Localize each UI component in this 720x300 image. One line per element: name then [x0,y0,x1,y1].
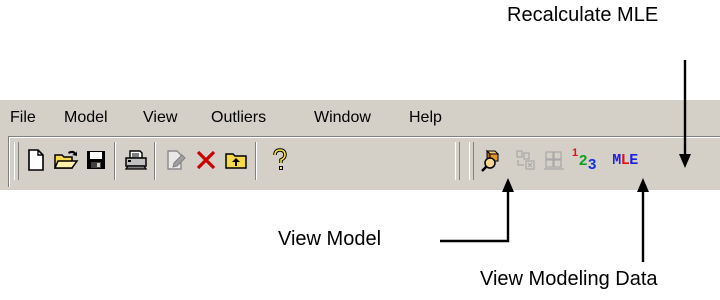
recalculate-mle-callout: Recalculate MLE [507,4,659,26]
menu-file[interactable]: File [10,109,36,127]
transform-icon [514,148,538,172]
digit-three: 3 [588,156,597,173]
view-modeling-data-button[interactable]: 1 2 3 [568,144,602,176]
digit-two: 2 [579,152,588,169]
mle-letter: M [612,151,621,169]
mle-letter: E [629,151,638,169]
toolbar-grip[interactable] [14,142,19,180]
delete-button[interactable] [192,144,220,176]
view-model-button[interactable] [478,144,506,176]
view-model-icon [479,148,505,172]
delete-x-icon [195,149,217,171]
menu-bar: File Model View Outliers Window Help [0,100,720,136]
up-folder-button[interactable] [222,144,250,176]
new-button[interactable] [22,144,50,176]
transform-button[interactable] [512,144,540,176]
printer-icon [124,149,148,171]
edit-button[interactable] [162,144,190,176]
view-model-arrow [440,186,510,243]
toolbar-separator [114,142,116,180]
toolbar-separator [255,142,257,180]
open-button[interactable] [52,144,80,176]
application-window: File Model View Outliers Window Help 1 2… [0,100,720,190]
open-folder-icon [53,149,79,171]
group-boxes-icon [542,148,566,172]
view-modeling-data-callout: View Modeling Data [480,268,658,290]
help-question-icon [270,148,290,172]
save-button[interactable] [82,144,110,176]
toolbar-grip[interactable] [469,142,474,180]
view-model-callout: View Model [278,228,382,250]
mle-icon: MLE [612,152,638,169]
menu-outliers[interactable]: Outliers [211,109,266,127]
edit-document-icon [165,149,187,171]
digit-one: 1 [572,147,579,159]
save-disk-icon [86,150,106,170]
toolbar-separator [154,142,156,180]
menu-help[interactable]: Help [409,109,442,127]
menu-window[interactable]: Window [314,109,371,127]
toolbar-grip[interactable] [455,142,460,180]
print-button[interactable] [122,144,150,176]
help-button[interactable] [266,144,294,176]
new-document-icon [26,149,46,171]
mle-letter: L [620,151,630,169]
view-data-123-icon: 1 2 3 [569,147,601,173]
menu-view[interactable]: View [143,109,177,127]
up-folder-icon [224,149,248,171]
group-button[interactable] [540,144,568,176]
menu-model[interactable]: Model [64,109,108,127]
recalculate-mle-button[interactable]: MLE [604,144,646,176]
